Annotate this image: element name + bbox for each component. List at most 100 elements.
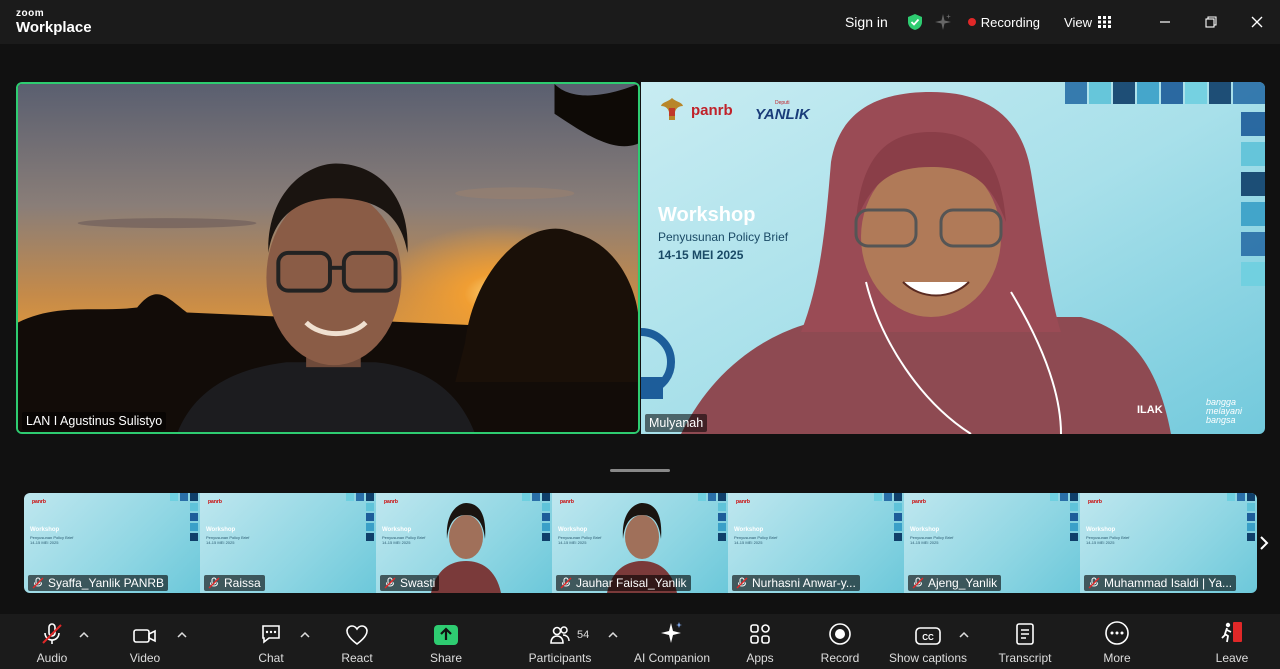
panrb-logo: panrb xyxy=(691,101,733,119)
leave-button[interactable]: Leave xyxy=(1212,614,1252,669)
mic-muted-icon xyxy=(42,623,62,644)
view-button[interactable]: View xyxy=(1064,15,1112,30)
transcript-label: Transcript xyxy=(998,651,1052,665)
yanlik-logo: YANLIK xyxy=(755,106,810,123)
ai-companion-label: AI Companion xyxy=(633,651,711,665)
chat-button[interactable]: Chat xyxy=(252,614,290,669)
mic-muted-icon xyxy=(912,577,924,589)
minimize-button[interactable] xyxy=(1142,0,1188,44)
react-label: React xyxy=(341,651,373,665)
thumb-name-tag: Jauhar Faisal_Yanlik xyxy=(556,575,691,591)
thumb-participant-name: Muhammad Isaldi | Ya... xyxy=(1104,576,1233,590)
strip-next-button[interactable] xyxy=(1257,529,1271,557)
resize-handle[interactable] xyxy=(610,469,670,472)
background-pattern xyxy=(346,493,374,541)
background-pattern xyxy=(698,493,726,541)
thumb-name-tag: Nurhasni Anwar-y... xyxy=(732,575,860,591)
background-subtitle: Penyusunan Policy Brief xyxy=(658,230,789,244)
participant-thumbnail[interactable]: panrb Workshop Penyusunan Policy Brief 14-1… xyxy=(1080,493,1257,593)
record-dot-icon xyxy=(967,18,976,26)
brand-large: Workplace xyxy=(16,19,92,36)
participants-icon xyxy=(550,626,570,644)
participant-thumbnail[interactable]: panrb Workshop Penyusunan Policy Brief 14-1… xyxy=(24,493,200,593)
apps-label: Apps xyxy=(746,651,774,665)
view-label: View xyxy=(1064,14,1092,30)
app-logo: zoom Workplace xyxy=(16,9,92,36)
react-button[interactable]: React xyxy=(337,614,377,669)
thumb-bg-title: Workshop xyxy=(30,527,60,533)
transcript-icon xyxy=(1016,623,1034,645)
background-pattern xyxy=(1050,493,1078,541)
apps-button[interactable]: Apps xyxy=(742,614,778,669)
thumb-name-tag: Muhammad Isaldi | Ya... xyxy=(1084,575,1237,591)
participant-thumbnail[interactable]: panrb Workshop Penyusunan Policy Brief 14-1… xyxy=(200,493,376,593)
background-date: 14-15 MEI 2025 xyxy=(658,248,744,262)
participant-thumbnail[interactable]: panrb Workshop Penyusunan Policy Brief 14-1… xyxy=(728,493,904,593)
garuda-logo-icon xyxy=(661,98,683,120)
video-camera-icon xyxy=(133,629,156,643)
transcript-button[interactable]: Transcript xyxy=(994,614,1056,669)
show-captions-label: Show captions xyxy=(888,651,968,665)
thumb-bg-title: Workshop xyxy=(382,527,412,533)
close-button[interactable] xyxy=(1234,0,1280,44)
video-tile-participant[interactable]: panrb Deputi YANLIK Workshop Penyusunan … xyxy=(641,82,1265,434)
participant-thumbnail[interactable]: panrb Workshop Penyusunan Policy Brief 14-1… xyxy=(376,493,552,593)
ai-sparkle-icon[interactable] xyxy=(934,13,952,31)
thumb-name-tag: Ajeng_Yanlik xyxy=(908,575,1002,591)
share-screen-icon xyxy=(434,625,458,645)
thumb-bg-subtitle: Penyusunan Policy Brief 14-15 MEI 2025 xyxy=(734,535,778,545)
thumb-bg-title: Workshop xyxy=(910,527,940,533)
thumb-participant-name: Nurhasni Anwar-y... xyxy=(752,576,856,590)
video-stage: LAN I Agustinus Sulistyo panrb Deputi YA… xyxy=(0,44,1280,614)
restore-button[interactable] xyxy=(1188,0,1234,44)
thumb-name-tag: Swasti xyxy=(380,575,440,591)
thumb-bg-title: Workshop xyxy=(206,527,236,533)
ai-companion-button[interactable]: AI Companion xyxy=(630,614,714,669)
participants-label: Participants xyxy=(528,651,592,665)
recording-indicator[interactable]: Recording xyxy=(967,15,1040,30)
participant-name: LAN I Agustinus Sulistyo xyxy=(22,412,167,430)
shield-check-icon[interactable] xyxy=(906,13,924,31)
audio-label: Audio xyxy=(36,651,68,665)
thumb-name-tag: Syaffa_Yanlik PANRB xyxy=(28,575,169,591)
closed-captions-icon: CC xyxy=(915,627,941,645)
share-button[interactable]: Share xyxy=(426,614,466,669)
captions-options-chevron-up-icon[interactable] xyxy=(959,631,969,639)
leave-label: Leave xyxy=(1215,651,1249,665)
mic-muted-icon xyxy=(384,577,396,589)
thumb-bg-subtitle: Penyusunan Policy Brief 14-15 MEI 2025 xyxy=(206,535,250,545)
participant-thumbnail[interactable]: panrb Workshop Penyusunan Policy Brief 14-1… xyxy=(552,493,728,593)
thumb-bg-subtitle: Penyusunan Policy Brief 14-15 MEI 2025 xyxy=(30,535,74,545)
thumb-logo: panrb xyxy=(384,499,398,505)
mic-muted-icon xyxy=(208,577,220,589)
audio-button[interactable]: Audio xyxy=(33,614,71,669)
leave-door-icon xyxy=(1221,622,1242,643)
mic-muted-icon xyxy=(560,577,572,589)
chat-label: Chat xyxy=(258,651,284,665)
minimize-icon xyxy=(1160,21,1170,23)
participant-thumbnail[interactable]: panrb Workshop Penyusunan Policy Brief 14-1… xyxy=(904,493,1080,593)
record-button[interactable]: Record xyxy=(818,614,862,669)
video-button[interactable]: Video xyxy=(126,614,164,669)
background-title: Workshop xyxy=(658,204,756,226)
participants-button[interactable]: Participants xyxy=(525,614,595,669)
record-label: Record xyxy=(820,651,860,665)
video-options-chevron-up-icon[interactable] xyxy=(177,631,187,639)
sign-in-link[interactable]: Sign in xyxy=(845,14,888,30)
audio-options-chevron-up-icon[interactable] xyxy=(79,631,89,639)
participants-options-chevron-up-icon[interactable] xyxy=(608,631,618,639)
thumb-participant-name: Swasti xyxy=(400,576,436,590)
title-bar: zoom Workplace Sign in Recording View xyxy=(0,0,1280,44)
thumb-bg-title: Workshop xyxy=(558,527,588,533)
participant-video xyxy=(18,84,638,432)
more-button[interactable]: More xyxy=(1098,614,1136,669)
chevron-right-icon xyxy=(1260,536,1269,550)
participants-count: 54 xyxy=(577,629,590,641)
background-footer-left: ILAK xyxy=(1137,404,1163,416)
video-tile-active-speaker[interactable]: LAN I Agustinus Sulistyo xyxy=(16,82,640,434)
show-captions-button[interactable]: CC Show captions xyxy=(884,614,972,669)
thumb-bg-title: Workshop xyxy=(734,527,764,533)
background-pattern xyxy=(874,493,902,541)
mic-muted-icon xyxy=(736,577,748,589)
chat-options-chevron-up-icon[interactable] xyxy=(300,631,310,639)
